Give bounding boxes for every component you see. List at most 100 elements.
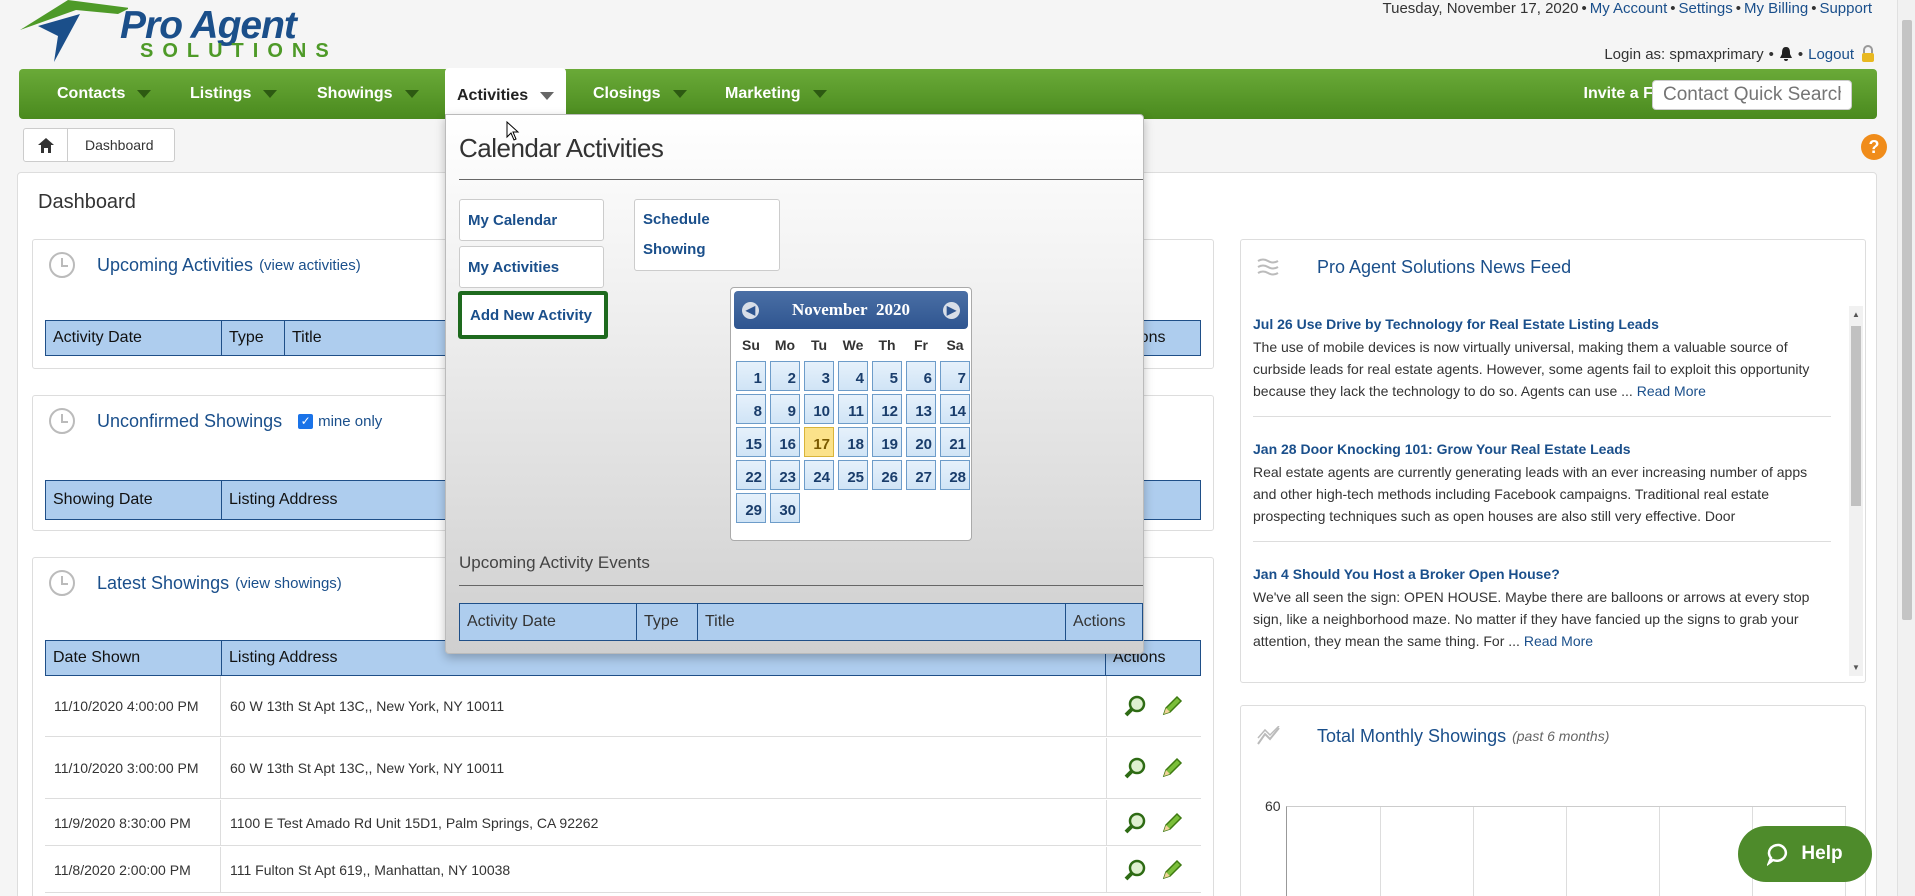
magnifier-icon[interactable] bbox=[1124, 811, 1148, 835]
read-more-link[interactable]: Read More bbox=[1524, 633, 1593, 649]
calendar-day[interactable]: 11 bbox=[838, 394, 868, 424]
pencil-icon[interactable] bbox=[1160, 858, 1184, 882]
row-address: 1100 E Test Amado Rd Unit 15D1, Palm Spr… bbox=[221, 800, 1107, 845]
calendar-day[interactable]: 9 bbox=[770, 394, 800, 424]
calendar-day[interactable]: 19 bbox=[872, 427, 902, 457]
calendar-day[interactable]: 12 bbox=[872, 394, 902, 424]
news-item-title[interactable]: Jan 28 Door Knocking 101: Grow Your Real… bbox=[1253, 441, 1813, 457]
calendar-day[interactable]: 1 bbox=[736, 361, 766, 391]
page-scroll-thumb[interactable] bbox=[1902, 20, 1912, 620]
my-billing-link[interactable]: My Billing bbox=[1744, 0, 1808, 17]
col-type[interactable]: Type bbox=[222, 321, 285, 355]
chart-gridline bbox=[1659, 807, 1660, 896]
calendar-weekdays: Su Mo Tu We Th Fr Sa bbox=[734, 337, 971, 353]
magnifier-icon[interactable] bbox=[1124, 694, 1148, 718]
top-links: Tuesday, November 17, 2020 • My Account • Se… bbox=[1382, 0, 1873, 17]
pro-agent-logo[interactable]: Pro Agent SOLUTIONS bbox=[18, 0, 338, 64]
calendar-day[interactable]: 7 bbox=[940, 361, 970, 391]
magnifier-icon[interactable] bbox=[1124, 756, 1148, 780]
bell-icon[interactable] bbox=[1779, 46, 1793, 62]
col-activity-date[interactable]: Activity Date bbox=[46, 321, 222, 355]
calendar-day[interactable]: 24 bbox=[804, 460, 834, 490]
next-month-icon[interactable]: ▶ bbox=[943, 301, 960, 319]
my-account-link[interactable]: My Account bbox=[1590, 0, 1668, 17]
mine-only-label[interactable]: mine only bbox=[318, 413, 382, 430]
view-activities-link[interactable]: (view activities) bbox=[259, 257, 361, 274]
schedule-showing-button[interactable]: Schedule Showing bbox=[634, 199, 780, 271]
col-title[interactable]: Title bbox=[698, 604, 1066, 640]
breadcrumb-dashboard[interactable]: Dashboard bbox=[68, 129, 174, 161]
calendar-day[interactable]: 28 bbox=[940, 460, 970, 490]
calendar-day[interactable]: 13 bbox=[906, 394, 936, 424]
calendar-day[interactable]: 15 bbox=[736, 427, 766, 457]
chat-bubble-icon bbox=[1767, 843, 1788, 866]
nav-closings[interactable]: Closings bbox=[593, 69, 687, 119]
calendar-day[interactable]: 5 bbox=[872, 361, 902, 391]
news-item-title[interactable]: Jul 26 Use Drive by Technology for Real … bbox=[1253, 316, 1813, 332]
calendar-day[interactable]: 26 bbox=[872, 460, 902, 490]
news-feed-box: Pro Agent Solutions News Feed Jul 26 Use… bbox=[1240, 239, 1866, 683]
nav-marketing[interactable]: Marketing bbox=[725, 69, 827, 119]
calendar-day[interactable]: 10 bbox=[804, 394, 834, 424]
news-scrollbar[interactable]: ▲ ▼ bbox=[1849, 306, 1863, 676]
calendar-day[interactable]: 27 bbox=[906, 460, 936, 490]
settings-link[interactable]: Settings bbox=[1679, 0, 1733, 17]
contact-quick-search-input[interactable] bbox=[1652, 80, 1852, 110]
pencil-icon[interactable] bbox=[1160, 811, 1184, 835]
logout-link[interactable]: Logout bbox=[1808, 46, 1854, 63]
magnifier-icon[interactable] bbox=[1124, 858, 1148, 882]
calendar-day[interactable]: 14 bbox=[940, 394, 970, 424]
calendar-day[interactable]: 30 bbox=[770, 493, 800, 523]
my-calendar-button[interactable]: My Calendar bbox=[459, 199, 604, 241]
chart-gridline bbox=[1566, 807, 1567, 896]
col-activity-date[interactable]: Activity Date bbox=[460, 604, 637, 640]
calendar-day[interactable]: 25 bbox=[838, 460, 868, 490]
calendar-day[interactable]: 2 bbox=[770, 361, 800, 391]
nav-contacts[interactable]: Contacts bbox=[57, 69, 152, 119]
scroll-up-icon[interactable]: ▲ bbox=[1852, 310, 1860, 319]
help-chat-button[interactable]: Help bbox=[1738, 826, 1872, 882]
pencil-icon[interactable] bbox=[1160, 756, 1184, 780]
mine-only-checkbox[interactable]: ✓ bbox=[298, 413, 314, 429]
my-activities-button[interactable]: My Activities bbox=[459, 246, 604, 288]
chevron-down-icon bbox=[540, 91, 555, 100]
calendar-day[interactable]: 20 bbox=[906, 427, 936, 457]
prev-month-icon[interactable]: ◀ bbox=[742, 301, 759, 319]
news-scroll-thumb[interactable] bbox=[1851, 326, 1861, 506]
col-type[interactable]: Type bbox=[637, 604, 698, 640]
calendar-day[interactable]: 4 bbox=[838, 361, 868, 391]
calendar-days: 1 2 3 4 5 6 7 8 9 10 11 12 13 14 15 16 17 18 19 20 21 22 23 24 2… bbox=[736, 361, 971, 523]
pencil-icon[interactable] bbox=[1160, 694, 1184, 718]
nav-showings[interactable]: Showings bbox=[317, 69, 419, 119]
calendar-day[interactable]: 23 bbox=[770, 460, 800, 490]
breadcrumb-home[interactable] bbox=[24, 129, 68, 161]
news-item-body: The use of mobile devices is now virtual… bbox=[1253, 339, 1810, 399]
col-showing-date[interactable]: Showing Date bbox=[46, 481, 222, 519]
support-link[interactable]: Support bbox=[1819, 0, 1872, 17]
news-item-title[interactable]: Jan 4 Should You Host a Broker Open Hous… bbox=[1253, 566, 1813, 582]
row-date: 11/9/2020 8:30:00 PM bbox=[45, 800, 221, 845]
add-new-activity-button[interactable]: Add New Activity bbox=[458, 291, 608, 339]
calendar-day[interactable]: 22 bbox=[736, 460, 766, 490]
page-scrollbar[interactable] bbox=[1897, 0, 1915, 896]
calendar-day-today[interactable]: 17 bbox=[804, 427, 834, 457]
view-showings-link[interactable]: (view showings) bbox=[235, 575, 342, 592]
view-showings-text[interactable]: (view showings) bbox=[235, 575, 342, 592]
calendar-day[interactable]: 6 bbox=[906, 361, 936, 391]
read-more-link[interactable]: Read More bbox=[1637, 383, 1706, 399]
news-item-text: The use of mobile devices is now virtual… bbox=[1253, 336, 1813, 402]
calendar-day[interactable]: 16 bbox=[770, 427, 800, 457]
calendar-day[interactable]: 18 bbox=[838, 427, 868, 457]
scroll-down-icon[interactable]: ▼ bbox=[1852, 663, 1860, 672]
row-actions bbox=[1107, 847, 1201, 892]
view-activities-text[interactable]: (view activities) bbox=[259, 257, 361, 274]
logo-tagline: SOLUTIONS bbox=[140, 40, 338, 62]
calendar-day[interactable]: 8 bbox=[736, 394, 766, 424]
calendar-day[interactable]: 3 bbox=[804, 361, 834, 391]
calendar-day[interactable]: 21 bbox=[940, 427, 970, 457]
col-date-shown[interactable]: Date Shown bbox=[46, 641, 222, 675]
calendar-day[interactable]: 29 bbox=[736, 493, 766, 523]
news-item-text: We've all seen the sign: OPEN HOUSE. May… bbox=[1253, 586, 1813, 652]
help-question-icon[interactable]: ? bbox=[1861, 134, 1887, 160]
nav-listings[interactable]: Listings bbox=[190, 69, 278, 119]
